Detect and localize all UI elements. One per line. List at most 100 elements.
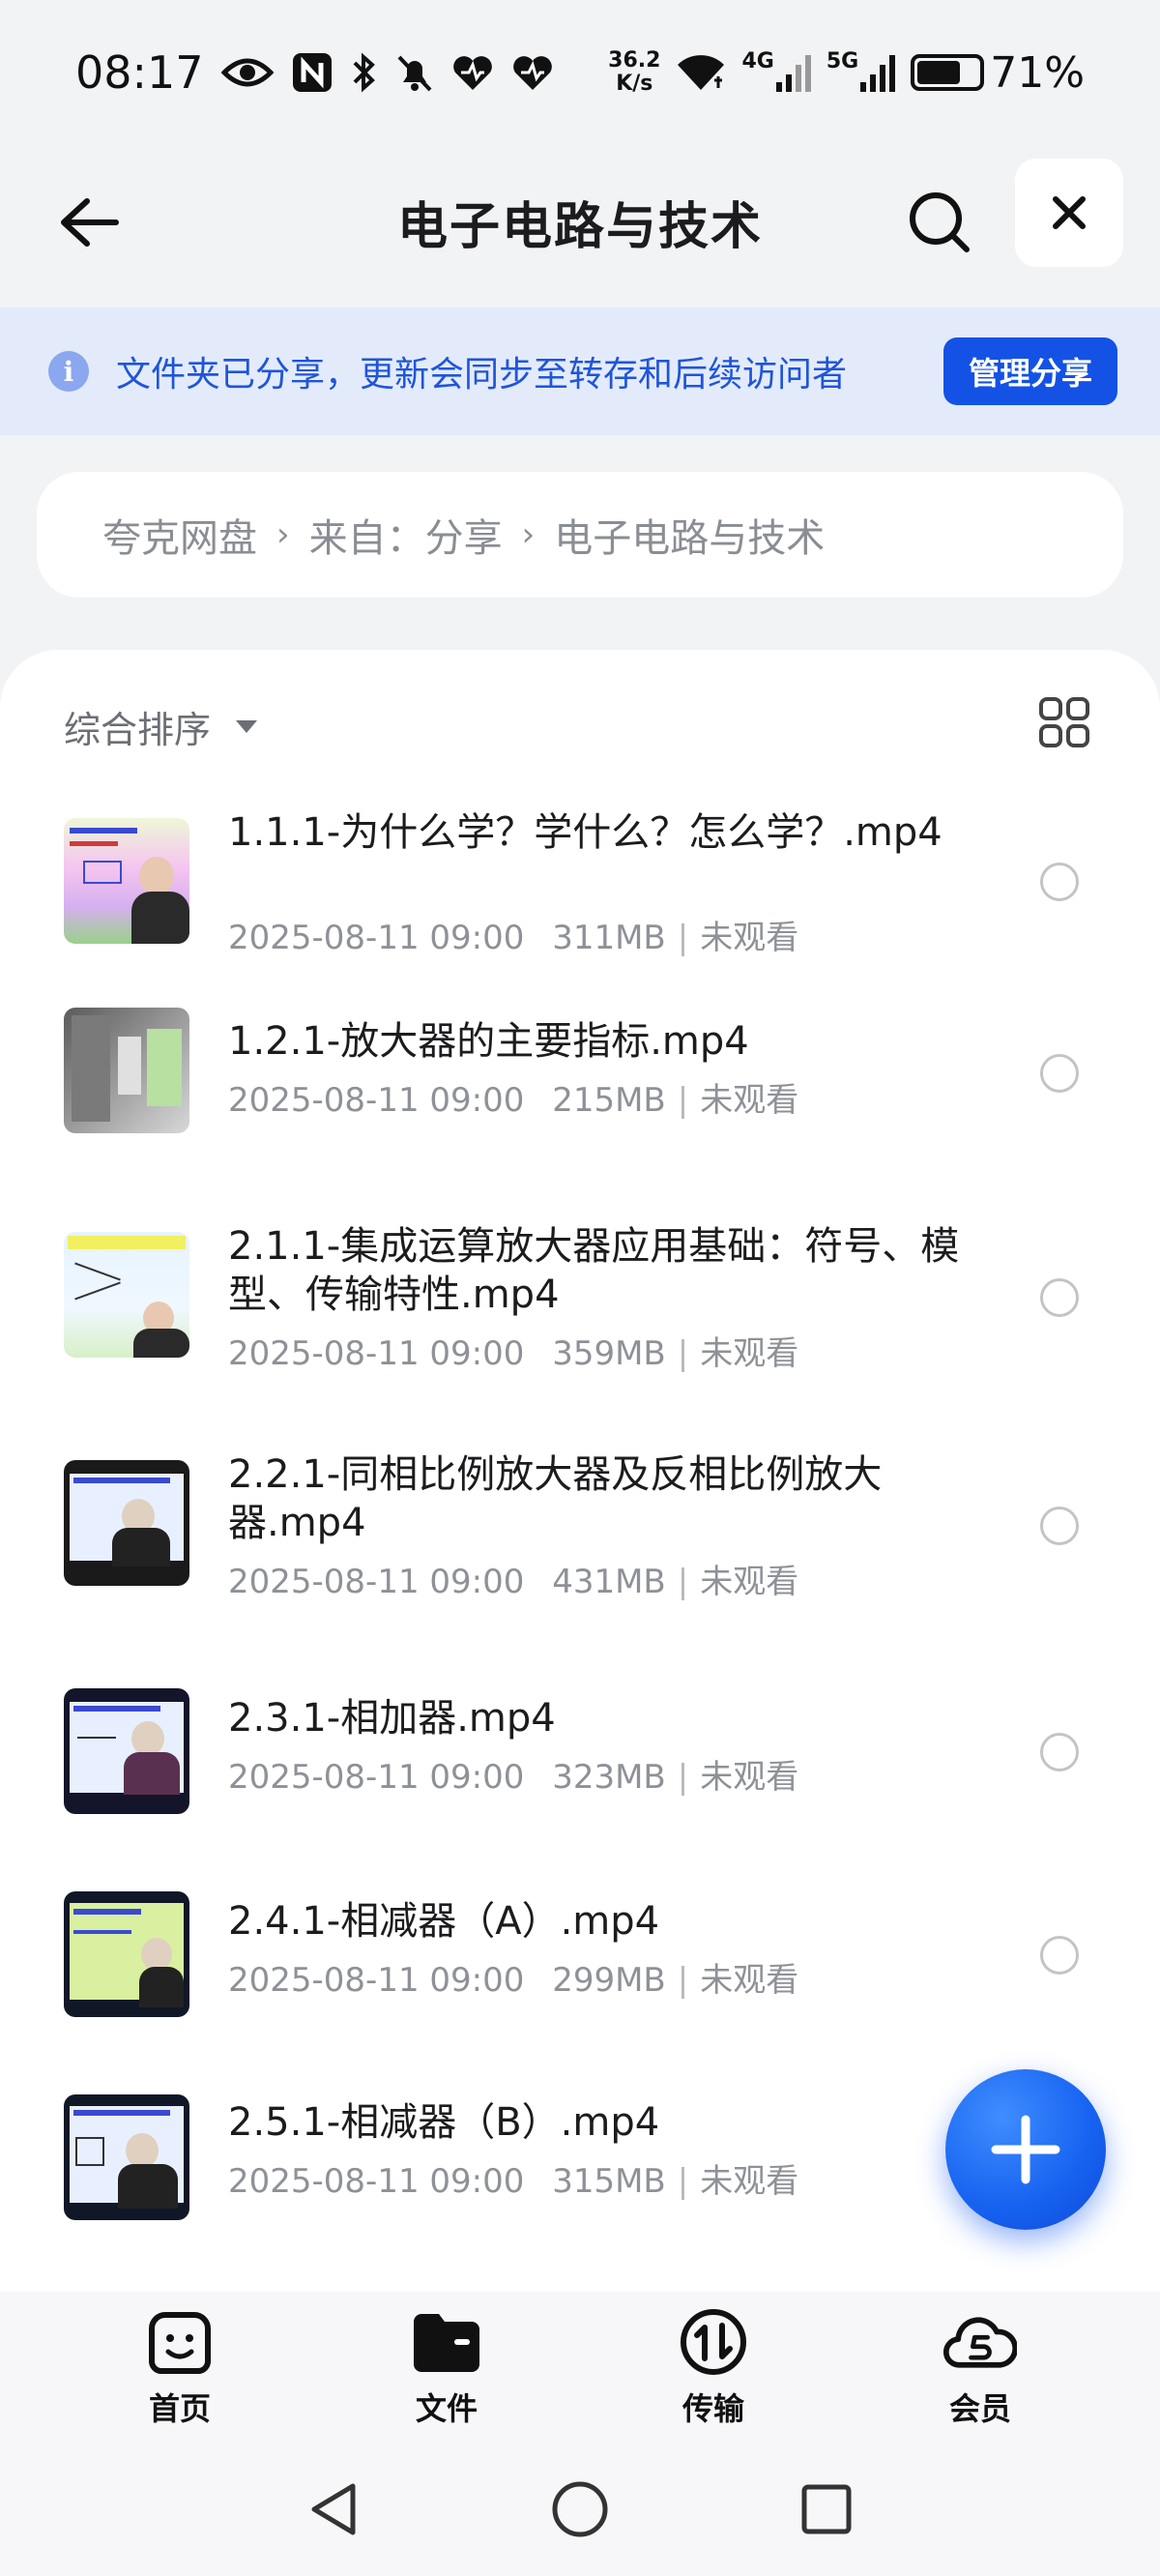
file-meta: 2025-08-11 09:00 215MB | 未观看 [228, 1073, 798, 1121]
transfer-icon [677, 2305, 750, 2379]
watch-status: 未观看 [700, 1563, 799, 1601]
watch-status: 未观看 [700, 1081, 799, 1120]
file-meta: 2025-08-11 09:00 299MB | 未观看 [228, 1953, 798, 2001]
video-thumbnail [64, 818, 189, 944]
battery-percent: 71% [990, 47, 1085, 98]
file-date: 2025-08-11 09:00 [228, 1758, 525, 1797]
sort-label: 综合排序 [64, 709, 212, 751]
nav-item-files[interactable]: 文件 [379, 2305, 514, 2429]
signal-4g-icon: 4G [741, 49, 811, 96]
square-recents-icon [801, 2484, 852, 2534]
system-nav-bar [0, 2437, 1160, 2576]
wifi-icon [676, 49, 726, 96]
battery-indicator: 71% [911, 48, 1085, 98]
file-list-card: 综合排序 1.1.1-为什么学？学什么？怎么学？.mp4 2025-08-11 … [0, 650, 1160, 2294]
nav-item-home[interactable]: 首页 [112, 2305, 247, 2429]
file-size: 215MB [552, 1081, 666, 1120]
plus-icon [991, 2115, 1060, 2184]
bluetooth-icon [351, 49, 378, 96]
vip-cloud-icon [943, 2305, 1017, 2379]
net-speed: 36.2 K/s [608, 49, 660, 96]
grid-view-icon[interactable] [1038, 696, 1090, 748]
file-size: 311MB [552, 919, 666, 957]
file-date: 2025-08-11 09:00 [228, 1334, 525, 1373]
file-date: 2025-08-11 09:00 [228, 919, 525, 957]
file-row[interactable]: 2.2.1-同相比例放大器及反相比例放大器.mp4 2025-08-11 09:… [0, 1431, 1160, 1644]
mute-bell-icon [395, 49, 434, 96]
manage-share-button[interactable]: 管理分享 [942, 337, 1117, 405]
watch-status: 未观看 [700, 2162, 799, 2201]
folder-icon [410, 2305, 483, 2379]
system-recents-button[interactable] [793, 2475, 860, 2543]
chevron-right-icon: › [521, 515, 536, 554]
watch-status: 未观看 [700, 1961, 799, 2000]
video-thumbnail [64, 1232, 189, 1358]
watch-status: 未观看 [700, 1758, 799, 1797]
share-banner-text: 文件夹已分享，更新会同步至转存和后续访问者 [116, 355, 848, 395]
file-row[interactable]: 2.4.1-相减器（A）.mp4 2025-08-11 09:00 299MB |… [0, 1862, 1160, 2056]
file-name: 2.5.1-相减器（B）.mp4 [228, 2100, 660, 2145]
chevron-right-icon: › [276, 515, 290, 554]
select-checkbox[interactable] [1040, 863, 1079, 901]
sort-dropdown[interactable]: 综合排序 [64, 700, 258, 753]
network-5g-label: 5G [826, 49, 859, 73]
close-button[interactable] [1015, 159, 1123, 267]
back-button[interactable] [50, 184, 128, 261]
file-meta: 2025-08-11 09:00 359MB | 未观看 [228, 1327, 798, 1374]
file-name: 2.1.1-集成运算放大器应用基础：符号、模型、传输特性.mp4 [228, 1224, 960, 1317]
watch-status: 未观看 [700, 919, 799, 957]
nav-item-vip[interactable]: 会员 [913, 2305, 1048, 2429]
share-banner: i 文件夹已分享，更新会同步至转存和后续访问者 管理分享 [0, 307, 1160, 435]
meta-separator: | [677, 2162, 689, 2201]
select-checkbox[interactable] [1040, 1936, 1079, 1975]
heart-rate-icon [451, 49, 494, 96]
breadcrumb-item-root[interactable]: 夸克网盘 [102, 507, 257, 563]
file-name: 2.3.1-相加器.mp4 [228, 1696, 556, 1741]
search-button[interactable] [901, 184, 978, 261]
file-name: 1.2.1-放大器的主要指标.mp4 [228, 1019, 749, 1064]
file-name: 2.4.1-相减器（A）.mp4 [228, 1899, 660, 1944]
breadcrumb: 夸克网盘 › 来自：分享 › 电子电路与技术 [37, 472, 1123, 598]
file-size: 359MB [552, 1334, 666, 1373]
nfc-icon [291, 49, 334, 96]
system-back-button[interactable] [300, 2475, 367, 2543]
system-home-button[interactable] [546, 2475, 614, 2543]
page-title: 电子电路与技术 [396, 198, 763, 256]
file-name: 2.2.1-同相比例放大器及反相比例放大器.mp4 [228, 1452, 883, 1545]
back-arrow-icon [61, 198, 119, 247]
file-meta: 2025-08-11 09:00 315MB | 未观看 [228, 2154, 798, 2202]
add-fab-button[interactable] [945, 2069, 1106, 2230]
watch-status: 未观看 [700, 1334, 799, 1373]
file-row[interactable]: 2.3.1-相加器.mp4 2025-08-11 09:00 323MB | 未观看 [0, 1659, 1160, 1853]
file-name: 1.1.1-为什么学？学什么？怎么学？.mp4 [228, 810, 942, 855]
nav-item-transfer[interactable]: 传输 [646, 2305, 781, 2429]
battery-icon [911, 54, 985, 91]
file-size: 323MB [552, 1758, 666, 1797]
nav-label-home: 首页 [148, 2390, 211, 2427]
video-thumbnail [64, 1891, 189, 2017]
select-checkbox[interactable] [1040, 1278, 1079, 1317]
select-checkbox[interactable] [1040, 1054, 1079, 1093]
caret-down-icon [236, 720, 258, 733]
select-checkbox[interactable] [1040, 1733, 1079, 1771]
network-4g-label: 4G [741, 49, 774, 73]
info-icon: i [48, 351, 89, 392]
status-time: 08:17 [75, 46, 204, 99]
file-row[interactable]: 1.2.1-放大器的主要指标.mp4 2025-08-11 09:00 215M… [0, 988, 1160, 1182]
file-row[interactable]: 2.1.1-集成运算放大器应用基础：符号、模型、传输特性.mp4 2025-08… [0, 1203, 1160, 1416]
file-date: 2025-08-11 09:00 [228, 1961, 525, 2000]
video-thumbnail [64, 1460, 189, 1586]
file-row[interactable]: 1.1.1-为什么学？学什么？怎么学？.mp4 2025-08-11 09:00… [0, 785, 1160, 979]
battery-fill [917, 61, 961, 84]
meta-separator: | [677, 1758, 689, 1797]
select-checkbox[interactable] [1040, 1507, 1079, 1545]
file-date: 2025-08-11 09:00 [228, 1563, 525, 1601]
meta-separator: | [677, 1563, 689, 1601]
meta-separator: | [677, 1961, 689, 2000]
heart-rate-icon-2 [511, 49, 554, 96]
breadcrumb-item-shared[interactable]: 来自：分享 [309, 507, 503, 563]
meta-separator: | [677, 919, 689, 957]
header: 电子电路与技术 [0, 145, 1160, 309]
video-thumbnail [64, 1008, 189, 1133]
net-speed-unit: K/s [616, 72, 653, 96]
